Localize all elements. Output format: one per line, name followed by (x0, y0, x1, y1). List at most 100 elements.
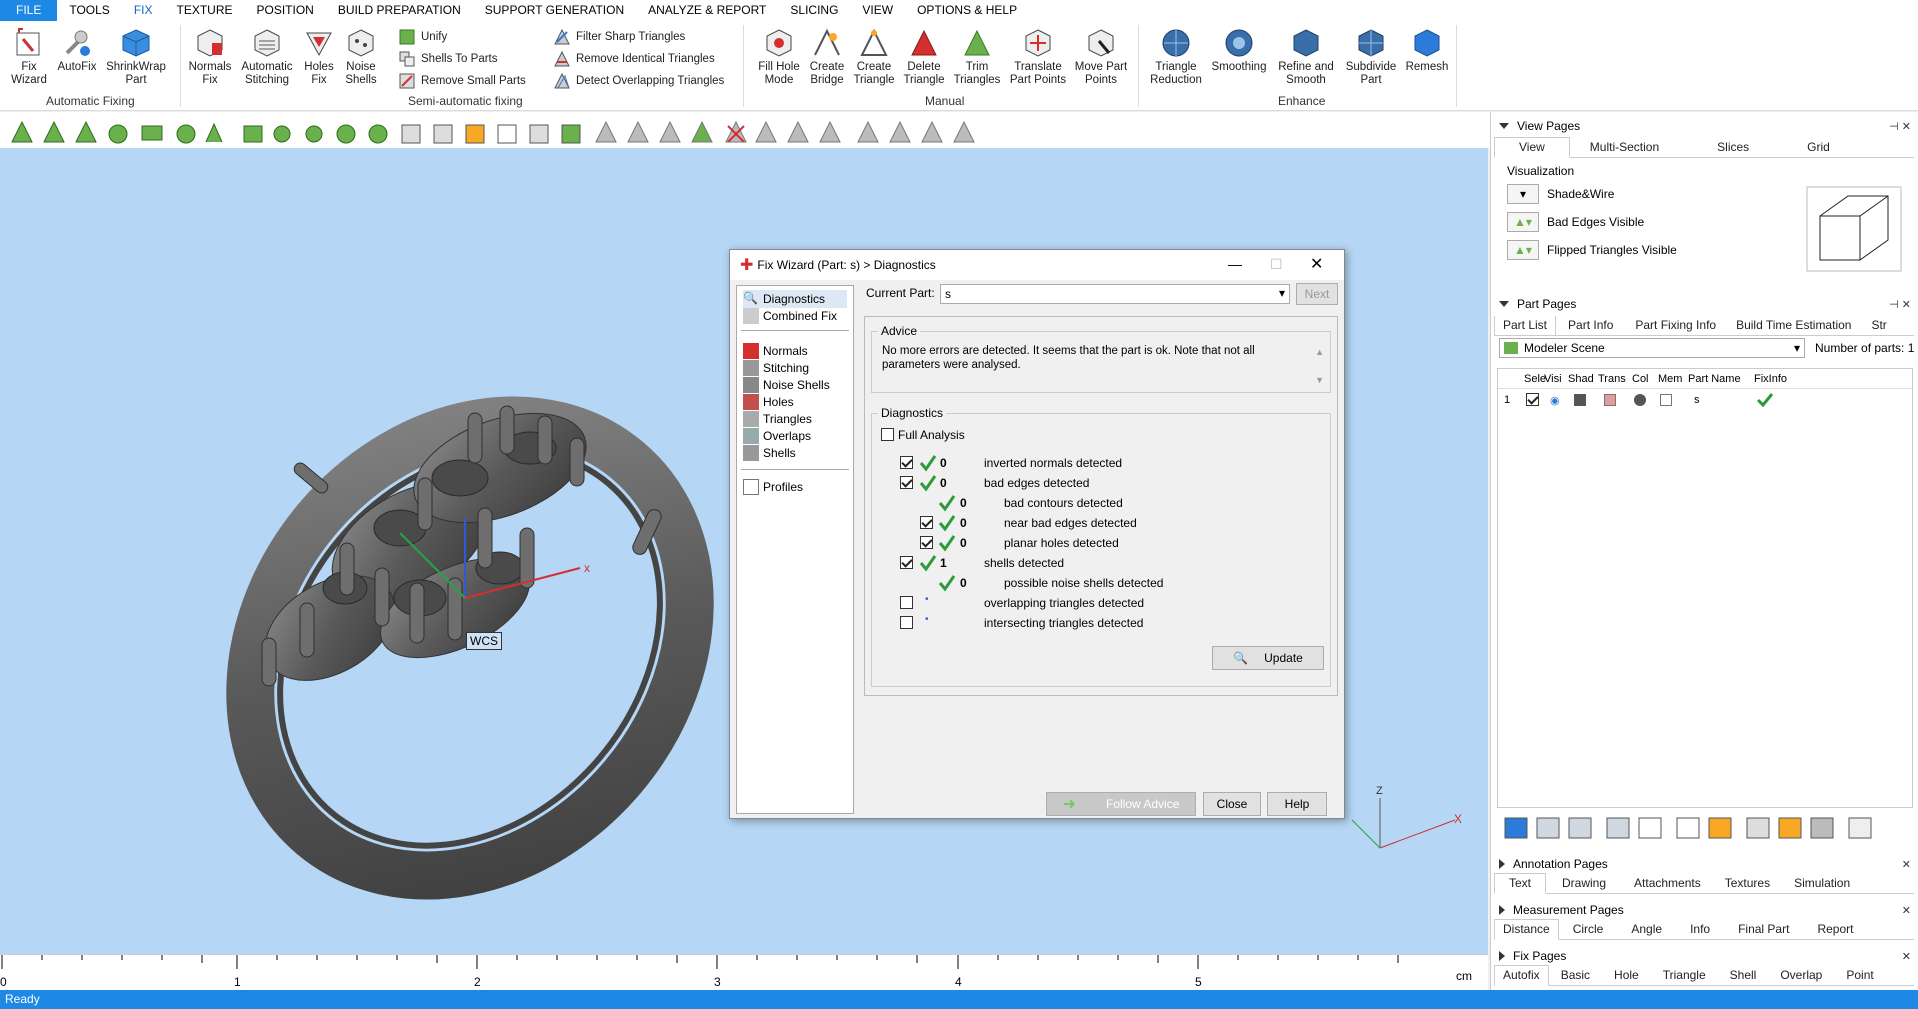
tab-drawing[interactable]: Drawing (1546, 874, 1622, 893)
nav-noise-shells[interactable]: Noise Shells (743, 376, 830, 394)
part-name[interactable]: s (1694, 394, 1700, 406)
close-icon[interactable]: ✕ (1902, 904, 1911, 917)
autofix-button[interactable]: AutoFix (54, 27, 100, 74)
menu-support-generation[interactable]: SUPPORT GENERATION (473, 0, 636, 21)
close-icon[interactable]: ✕ (1902, 950, 1911, 963)
vis-shade-wire[interactable]: ▾ Shade&Wire (1507, 184, 1614, 204)
create-bridge-button[interactable]: Create Bridge (806, 27, 848, 87)
planar-holes-checkbox[interactable] (920, 536, 933, 549)
menu-fix[interactable]: FIX (122, 0, 165, 21)
next-button[interactable]: Next (1296, 283, 1338, 305)
menu-tools[interactable]: TOOLS (57, 0, 121, 21)
intersecting-checkbox[interactable] (900, 616, 913, 629)
normals-fix-button[interactable]: Normals Fix (186, 27, 234, 87)
automatic-stitching-button[interactable]: Automatic Stitching (238, 27, 296, 87)
view-pages-header[interactable]: View Pages ⊣ ✕ (1491, 116, 1918, 136)
tab-textures[interactable]: Textures (1713, 874, 1782, 893)
annotation-pages-header[interactable]: Annotation Pages ✕ (1491, 854, 1918, 874)
follow-advice-button[interactable]: ➜ Follow Advice (1046, 792, 1196, 816)
shade-icon[interactable] (1574, 394, 1586, 406)
tab-build-time-estimation[interactable]: Build Time Estimation (1726, 316, 1861, 335)
close-icon[interactable]: ✕ (1902, 858, 1911, 871)
vis-flipped-triangles[interactable]: ▲▾ Flipped Triangles Visible (1507, 240, 1677, 260)
view-cube[interactable] (1806, 186, 1902, 272)
shells-checkbox[interactable] (900, 556, 913, 569)
col-header[interactable]: Trans (1598, 373, 1626, 385)
col-header[interactable]: Shad (1568, 373, 1594, 385)
col-header[interactable]: Mem (1658, 373, 1682, 385)
help-button[interactable]: Help (1267, 792, 1327, 816)
nav-combined-fix[interactable]: Combined Fix (743, 307, 837, 325)
tab-point[interactable]: Point (1834, 966, 1885, 985)
col-header[interactable]: FixInfo (1754, 373, 1787, 385)
dialog-title-bar[interactable]: ✚ Fix Wizard (Part: s) > Diagnostics — ☐… (730, 250, 1344, 280)
full-analysis-checkbox[interactable] (881, 428, 894, 441)
tab-part-fixing-info[interactable]: Part Fixing Info (1625, 316, 1726, 335)
eye-icon[interactable]: ◉ (1550, 394, 1560, 407)
close-icon[interactable]: ⊣ ✕ (1889, 120, 1911, 133)
triangle-reduction-button[interactable]: Triangle Reduction (1146, 27, 1206, 87)
col-header[interactable]: Part Name (1688, 373, 1741, 385)
remesh-button[interactable]: Remesh (1404, 27, 1450, 74)
fix-pages-header[interactable]: Fix Pages ✕ (1491, 946, 1918, 966)
part-pages-header[interactable]: Part Pages ⊣ ✕ (1491, 294, 1918, 314)
tab-simulation[interactable]: Simulation (1782, 874, 1862, 893)
tab-basic[interactable]: Basic (1549, 966, 1602, 985)
tab-hole[interactable]: Hole (1602, 966, 1651, 985)
menu-analyze-report[interactable]: ANALYZE & REPORT (636, 0, 778, 21)
tab-final-part[interactable]: Final Part (1724, 920, 1803, 939)
subdivide-part-button[interactable]: Subdivide Part (1342, 27, 1400, 87)
tab-view[interactable]: View (1494, 137, 1570, 158)
tab-grid[interactable]: Grid (1787, 138, 1850, 157)
fix-wizard-button[interactable]: Fix Wizard (6, 27, 52, 87)
nav-normals[interactable]: Normals (743, 342, 808, 360)
close-icon[interactable]: ⊣ ✕ (1889, 298, 1911, 311)
col-header[interactable]: Visi (1544, 373, 1562, 385)
fill-hole-mode-button[interactable]: Fill Hole Mode (756, 27, 802, 87)
tab-info[interactable]: Info (1676, 920, 1724, 939)
tab-text[interactable]: Text (1494, 873, 1547, 894)
bad-edges-checkbox[interactable] (900, 476, 913, 489)
move-part-points-button[interactable]: Move Part Points (1074, 27, 1128, 87)
tab-part-info[interactable]: Part Info (1556, 316, 1625, 335)
nav-stitching[interactable]: Stitching (743, 359, 809, 377)
smoothing-button[interactable]: Smoothing (1208, 27, 1270, 74)
col-header[interactable]: Sele (1524, 373, 1546, 385)
tab-autofix[interactable]: Autofix (1494, 965, 1549, 986)
menu-slicing[interactable]: SLICING (778, 0, 850, 21)
tab-part-list[interactable]: Part List (1494, 316, 1557, 335)
menu-view[interactable]: VIEW (850, 0, 905, 21)
table-row[interactable]: 1 ◉ s (1498, 390, 1912, 410)
menu-texture[interactable]: TEXTURE (164, 0, 244, 21)
transparency-icon[interactable] (1604, 394, 1616, 406)
measurement-pages-header[interactable]: Measurement Pages ✕ (1491, 900, 1918, 920)
tab-str[interactable]: Str (1861, 316, 1896, 335)
select-checkbox[interactable] (1526, 393, 1539, 406)
toolbar-icons[interactable] (0, 112, 1000, 148)
scene-select[interactable]: Modeler Scene ▾ (1499, 338, 1805, 358)
trim-triangles-button[interactable]: Trim Triangles (952, 27, 1002, 87)
tab-attachments[interactable]: Attachments (1622, 874, 1713, 893)
tab-overlap[interactable]: Overlap (1768, 966, 1834, 985)
inverted-normals-checkbox[interactable] (900, 456, 913, 469)
detect-overlapping-triangles-button[interactable]: Detect Overlapping Triangles (553, 71, 724, 91)
tab-report[interactable]: Report (1803, 920, 1867, 939)
current-part-select[interactable]: s ▾ (940, 284, 1290, 304)
overlapping-checkbox[interactable] (900, 596, 913, 609)
menu-build-preparation[interactable]: BUILD PREPARATION (326, 0, 473, 21)
tab-shell[interactable]: Shell (1718, 966, 1769, 985)
col-header[interactable]: Col (1632, 373, 1649, 385)
holes-fix-button[interactable]: Holes Fix (300, 27, 338, 87)
shells-to-parts-button[interactable]: Shells To Parts (398, 49, 498, 69)
color-icon[interactable] (1634, 394, 1646, 406)
update-button[interactable]: 🔍 Update (1212, 646, 1324, 670)
tab-slices[interactable]: Slices (1679, 138, 1787, 157)
tab-triangle[interactable]: Triangle (1651, 966, 1718, 985)
menu-options-help[interactable]: OPTIONS & HELP (905, 0, 1029, 21)
tab-distance[interactable]: Distance (1494, 919, 1559, 940)
noise-shells-button[interactable]: Noise Shells (342, 27, 380, 87)
refine-and-smooth-button[interactable]: Refine and Smooth (1274, 27, 1338, 87)
nav-holes[interactable]: Holes (743, 393, 794, 411)
menu-position[interactable]: POSITION (245, 0, 326, 21)
tab-multi-section[interactable]: Multi-Section (1570, 138, 1679, 157)
